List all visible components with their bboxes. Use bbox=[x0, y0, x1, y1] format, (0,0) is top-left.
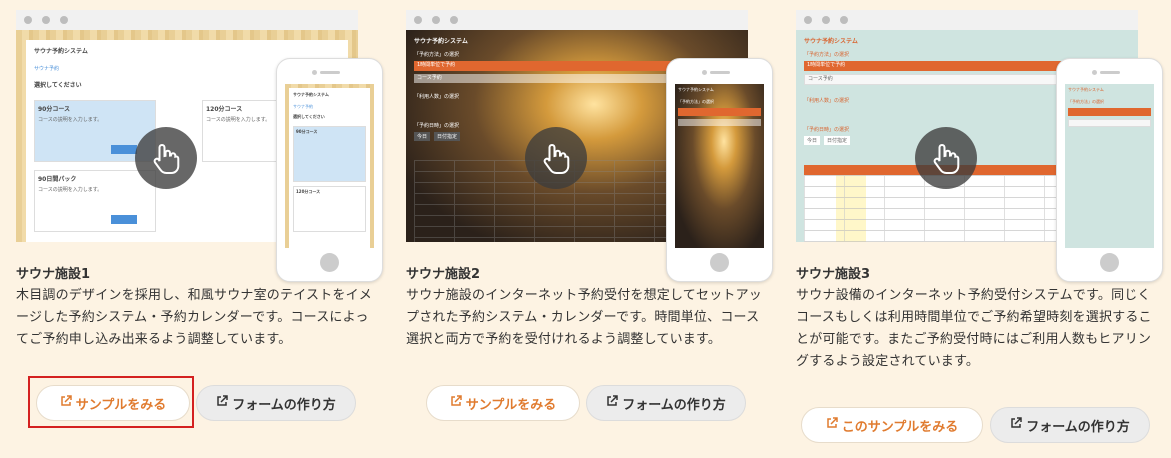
hand-pointer-icon[interactable] bbox=[915, 127, 977, 189]
phone-app-title: サウナ予約システム bbox=[1068, 87, 1104, 92]
phone-course: 120分コース bbox=[293, 186, 366, 232]
window-dot bbox=[24, 16, 32, 24]
hand-pointer-icon[interactable] bbox=[525, 127, 587, 189]
phone-step1: 「予約方法」の選択 bbox=[1068, 99, 1104, 104]
phone-screen: サウナ予約システム 「予約方法」の選択 bbox=[1065, 84, 1154, 248]
how-to-build-form-label: フォームの作り方 bbox=[622, 397, 726, 413]
how-to-build-form-label: フォームの作り方 bbox=[1026, 419, 1130, 435]
window-dot bbox=[60, 16, 68, 24]
phone-preview[interactable]: サウナ予約システム 「予約方法」の選択 bbox=[1056, 58, 1163, 282]
phone-home-button bbox=[1100, 253, 1119, 272]
preview-app-title: サウナ予約システム bbox=[34, 48, 88, 55]
facility-card-1: サウナ予約システム サウナ予約 選択してください 90分コース コースの説明を入… bbox=[16, 0, 383, 458]
phone-step1: 「予約方法」の選択 bbox=[678, 99, 714, 104]
phone-preview[interactable]: サウナ予約システム 「予約方法」の選択 bbox=[666, 58, 773, 282]
phone-opt2-bar bbox=[678, 119, 761, 126]
phone-speaker bbox=[1100, 71, 1120, 74]
preview-select-button bbox=[111, 145, 137, 154]
how-to-build-form-label: フォームの作り方 bbox=[232, 397, 336, 413]
phone-speaker bbox=[320, 71, 340, 74]
external-link-icon bbox=[1010, 417, 1022, 433]
view-sample-button[interactable]: このサンプルをみる bbox=[801, 407, 983, 443]
facility-title: サウナ施設1 bbox=[16, 267, 91, 282]
phone-course: 90分コース bbox=[293, 126, 366, 182]
facility-card-3: サウナ予約システム 「予約方法」の選択 1時間単位で予約 コース予約 「利用人数… bbox=[796, 0, 1163, 458]
phone-camera bbox=[702, 70, 707, 75]
window-dot bbox=[414, 16, 422, 24]
external-link-icon bbox=[826, 417, 838, 433]
window-dot bbox=[432, 16, 440, 24]
preview-date-pick: 日付指定 bbox=[434, 132, 461, 141]
external-link-icon bbox=[450, 395, 462, 411]
preview-app-title: サウナ予約システム bbox=[804, 38, 858, 45]
browser-bar bbox=[796, 10, 1138, 30]
facility-description: サウナ施設のインターネット予約受付を想定してセットアップされた予約システム・カレ… bbox=[406, 288, 763, 347]
highlight-box bbox=[28, 376, 194, 428]
browser-bar bbox=[406, 10, 748, 30]
preview-today: 今日 bbox=[804, 136, 821, 145]
phone-panel: サウナ予約システム サウナ予約 選択してください 90分コース 120分コース bbox=[289, 88, 370, 248]
preview-select-button bbox=[111, 215, 137, 224]
phone-app-title: サウナ予約システム bbox=[678, 87, 714, 92]
preview-course-text: コースの説明を入力します。 bbox=[38, 117, 103, 123]
window-dot bbox=[822, 16, 830, 24]
phone-opt1-bar bbox=[678, 108, 761, 116]
window-dot bbox=[450, 16, 458, 24]
view-sample-label: このサンプルをみる bbox=[841, 419, 959, 435]
preview-course-c: 90日間パック bbox=[38, 176, 77, 183]
preview-course-a: 90分コース bbox=[38, 106, 71, 113]
facility-card-2: サウナ予約システム 「予約方法」の選択 1時間単位で予約 コース予約 「利用人数… bbox=[406, 0, 773, 458]
view-sample-label: サンプルをみる bbox=[465, 397, 557, 413]
window-dot bbox=[840, 16, 848, 24]
facility-title: サウナ施設2 bbox=[406, 267, 481, 282]
window-dot bbox=[804, 16, 812, 24]
phone-home-button bbox=[320, 253, 339, 272]
external-link-icon bbox=[216, 395, 228, 411]
facility-title: サウナ施設3 bbox=[796, 267, 871, 282]
phone-course-b: 120分コース bbox=[296, 189, 321, 194]
facility-description: サウナ設備のインターネット予約受付システムです。同じくコースもしくは利用時間単位… bbox=[796, 288, 1152, 369]
phone-camera bbox=[1092, 70, 1097, 75]
phone-course-a: 90分コース bbox=[296, 129, 318, 134]
how-to-build-form-button[interactable]: フォームの作り方 bbox=[196, 385, 356, 421]
preview-course-box: 90日間パック コースの説明を入力します。 bbox=[34, 170, 156, 232]
phone-camera bbox=[312, 70, 317, 75]
preview-app-title: サウナ予約システム bbox=[414, 38, 468, 45]
phone-opt1-bar bbox=[1068, 108, 1151, 116]
phone-preview[interactable]: サウナ予約システム サウナ予約 選択してください 90分コース 120分コース bbox=[276, 58, 383, 282]
how-to-build-form-button[interactable]: フォームの作り方 bbox=[586, 385, 746, 421]
window-dot bbox=[42, 16, 50, 24]
preview-step1: 「予約方法」の選択 bbox=[414, 52, 460, 58]
phone-speaker bbox=[710, 71, 730, 74]
preview-date-pick: 日付指定 bbox=[824, 136, 851, 145]
browser-bar bbox=[16, 10, 358, 30]
phone-screen: サウナ予約システム サウナ予約 選択してください 90分コース 120分コース bbox=[285, 84, 374, 248]
how-to-build-form-button[interactable]: フォームの作り方 bbox=[990, 407, 1150, 443]
preview-today: 今日 bbox=[414, 132, 431, 141]
preview-step1: 「予約方法」の選択 bbox=[804, 52, 850, 58]
hand-pointer-icon[interactable] bbox=[135, 127, 197, 189]
view-sample-button[interactable]: サンプルをみる bbox=[426, 385, 580, 421]
external-link-icon bbox=[606, 395, 618, 411]
phone-home-button bbox=[710, 253, 729, 272]
phone-opt2-bar bbox=[1068, 119, 1151, 127]
phone-screen: サウナ予約システム 「予約方法」の選択 bbox=[675, 84, 764, 248]
facility-description: 木目調のデザインを採用し、和風サウナ室のテイストをイメージした予約システム・予約… bbox=[16, 288, 373, 347]
preview-course-text: コースの説明を入力します。 bbox=[38, 187, 103, 193]
